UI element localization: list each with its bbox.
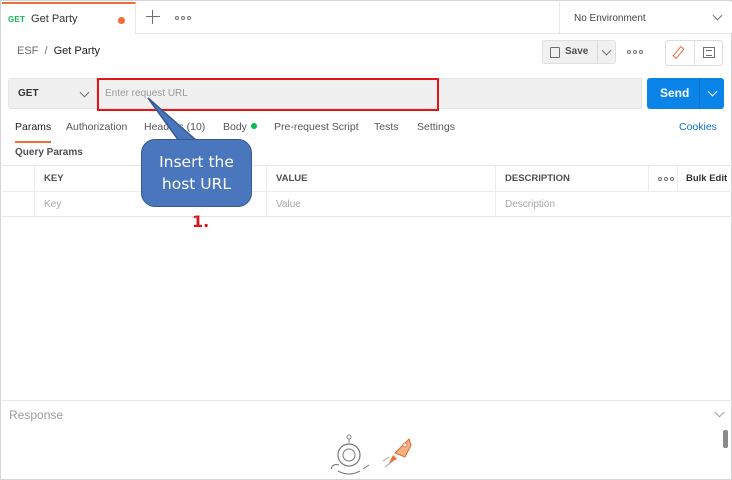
annotation-callout: Insert the host URL <box>141 139 252 207</box>
save-button[interactable]: Save <box>542 40 616 64</box>
breadcrumb: ESF / Get Party <box>17 45 100 57</box>
cookies-link[interactable]: Cookies <box>679 121 717 133</box>
environment-label: No Environment <box>574 12 646 24</box>
tab-tests[interactable]: Tests <box>374 121 399 133</box>
bulk-edit-button[interactable]: Bulk Edit <box>677 166 732 191</box>
environment-selector[interactable]: No Environment <box>559 2 732 34</box>
column-header-description: DESCRIPTION <box>495 166 648 191</box>
description-input[interactable]: Description <box>495 192 648 217</box>
request-tab[interactable]: GET Get Party <box>2 2 136 34</box>
response-label: Response <box>9 408 64 422</box>
column-options-icon[interactable] <box>648 166 677 191</box>
table-header-row: KEY VALUE DESCRIPTION Bulk Edit <box>2 166 732 192</box>
column-header-value: VALUE <box>266 166 495 191</box>
tab-pre-request-script[interactable]: Pre-request Script <box>274 121 359 133</box>
chevron-down-icon <box>79 87 90 98</box>
tab-params[interactable]: Params <box>15 121 52 143</box>
request-more-icon[interactable] <box>627 50 643 54</box>
documentation-icon[interactable] <box>703 47 715 58</box>
chevron-down-icon <box>712 10 723 21</box>
save-icon <box>550 47 560 58</box>
tab-title: Get Party <box>31 13 78 25</box>
value-input[interactable]: Value <box>266 192 495 217</box>
collapse-chevron-icon[interactable] <box>714 407 725 418</box>
tab-body-label: Body <box>223 121 247 133</box>
send-button[interactable]: Send <box>647 78 724 109</box>
callout-line-2: host URL <box>161 175 232 193</box>
params-table: KEY VALUE DESCRIPTION Bulk Edit Key Valu… <box>2 165 732 217</box>
body-status-dot-icon <box>250 123 257 129</box>
astronaut-illustration-icon <box>330 434 412 475</box>
send-options-chevron-icon[interactable] <box>707 86 718 97</box>
breadcrumb-request: Get Party <box>53 45 101 57</box>
tab-body[interactable]: Body <box>223 121 257 133</box>
tab-method-label: GET <box>8 14 26 24</box>
tab-authorization[interactable]: Authorization <box>66 121 127 133</box>
tab-headers[interactable]: Headers (10) <box>144 121 205 133</box>
tab-bar: GET Get Party No Environment <box>2 2 732 34</box>
view-toggle <box>665 40 723 66</box>
scrollbar-thumb[interactable] <box>723 430 728 448</box>
step-number: 1. <box>192 212 210 231</box>
tab-settings[interactable]: Settings <box>417 121 455 133</box>
table-row: Key Value Description <box>2 192 732 218</box>
breadcrumb-separator: / <box>44 45 48 57</box>
save-label: Save <box>565 46 589 57</box>
method-select[interactable]: GET <box>8 78 97 109</box>
save-options-chevron-icon[interactable] <box>601 45 612 56</box>
send-label: Send <box>660 86 690 100</box>
url-highlight-box <box>97 78 439 111</box>
breadcrumb-collection[interactable]: ESF <box>17 45 38 57</box>
unsaved-dot-icon <box>118 17 125 24</box>
callout-line-1: Insert the <box>159 153 234 171</box>
app-window: GET Get Party No Environment ESF / Get P… <box>0 0 732 480</box>
query-params-title: Query Params <box>15 147 83 158</box>
more-icon[interactable] <box>175 16 191 20</box>
method-label: GET <box>18 88 39 99</box>
edit-icon[interactable] <box>672 45 685 60</box>
plus-icon[interactable] <box>146 10 160 24</box>
